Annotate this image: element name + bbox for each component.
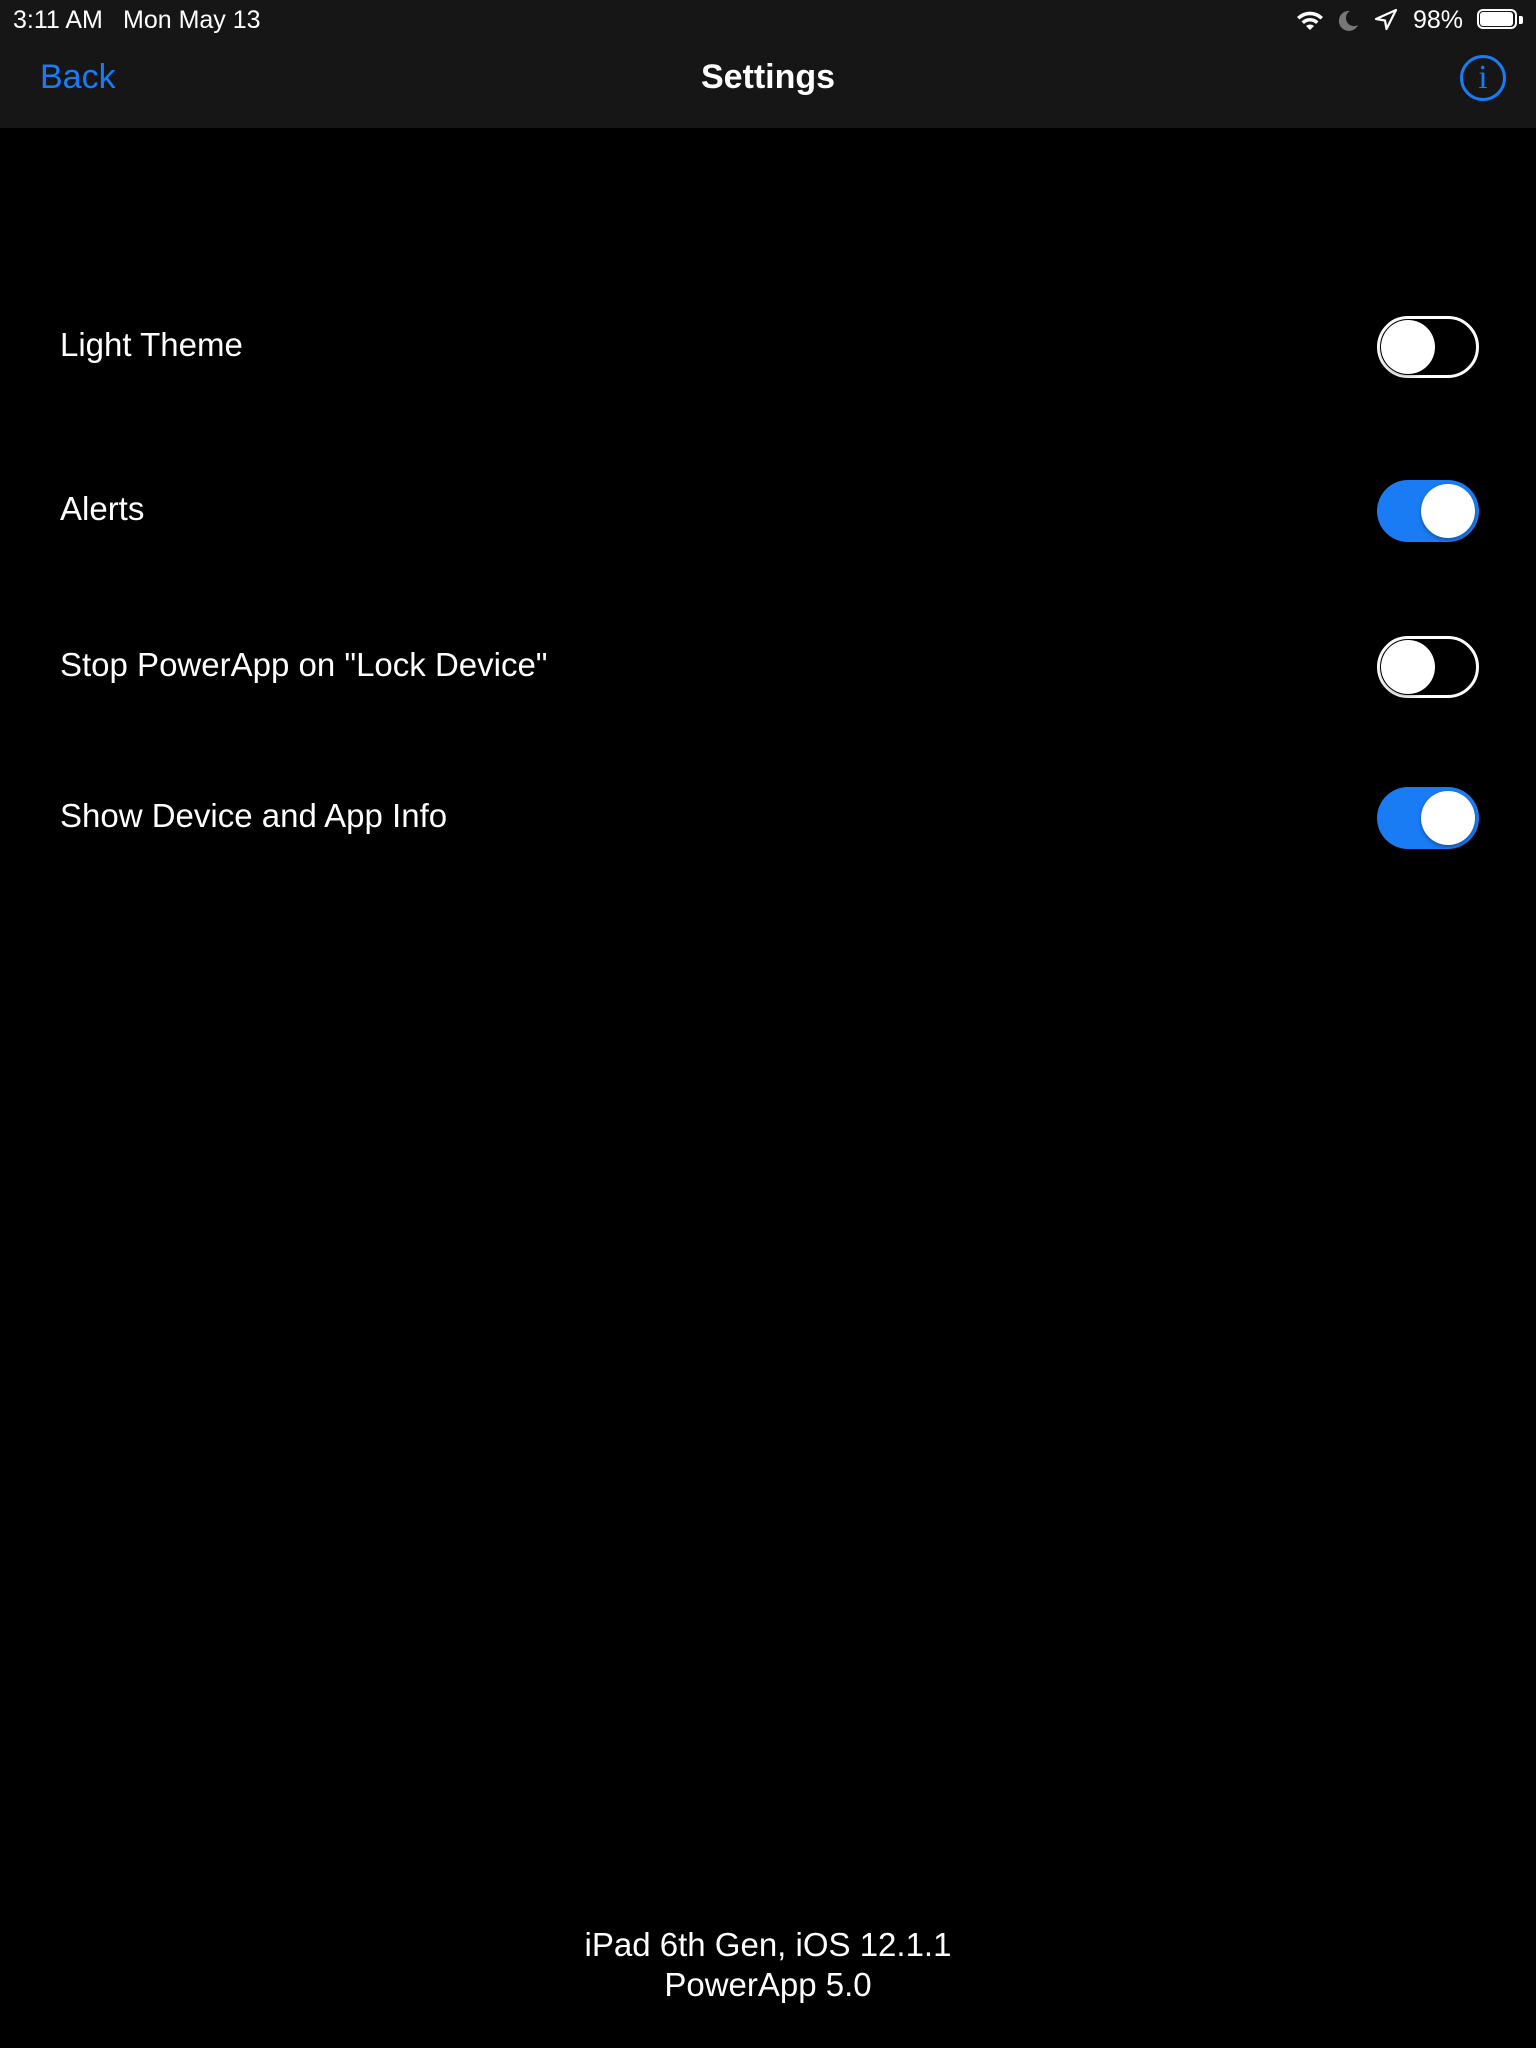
do-not-disturb-moon-icon <box>1333 6 1363 34</box>
info-circle-icon[interactable]: i <box>1460 55 1506 101</box>
location-arrow-icon <box>1371 6 1401 34</box>
settings-screen: 3:11 AM Mon May 13 98% Back Settings i L… <box>0 0 1536 2048</box>
setting-row-light-theme: Light Theme <box>0 306 1536 386</box>
battery-icon <box>1477 9 1523 31</box>
navigation-bar: Back Settings i <box>0 40 1536 128</box>
light-theme-toggle[interactable] <box>1377 316 1479 378</box>
setting-label-show-info: Show Device and App Info <box>60 797 448 834</box>
stop-on-lock-toggle[interactable] <box>1377 636 1479 698</box>
setting-label-stop-on-lock: Stop PowerApp on "Lock Device" <box>60 646 548 683</box>
device-info-footer: iPad 6th Gen, iOS 12.1.1 PowerApp 5.0 <box>0 1925 1536 2005</box>
setting-label-light-theme: Light Theme <box>60 326 243 363</box>
toggle-knob <box>1381 320 1435 374</box>
status-date: Mon May 13 <box>123 6 261 34</box>
status-bar: 3:11 AM Mon May 13 98% <box>0 0 1536 40</box>
app-version-text: PowerApp 5.0 <box>664 1966 872 2003</box>
page-title: Settings <box>700 58 836 96</box>
status-time: 3:11 AM <box>13 6 103 34</box>
toggle-knob <box>1421 791 1475 845</box>
toggle-knob <box>1381 640 1435 694</box>
alerts-toggle[interactable] <box>1377 480 1479 542</box>
battery-percent: 98% <box>1412 5 1463 34</box>
show-info-toggle[interactable] <box>1377 787 1479 849</box>
toggle-knob <box>1421 484 1475 538</box>
device-info-text: iPad 6th Gen, iOS 12.1.1 <box>584 1926 952 1963</box>
setting-row-show-info: Show Device and App Info <box>0 777 1536 857</box>
status-indicators: 98% <box>1295 4 1523 36</box>
setting-label-alerts: Alerts <box>60 490 145 527</box>
setting-row-alerts: Alerts <box>0 470 1536 550</box>
setting-row-stop-on-lock: Stop PowerApp on "Lock Device" <box>0 626 1536 706</box>
wifi-icon <box>1295 6 1325 34</box>
